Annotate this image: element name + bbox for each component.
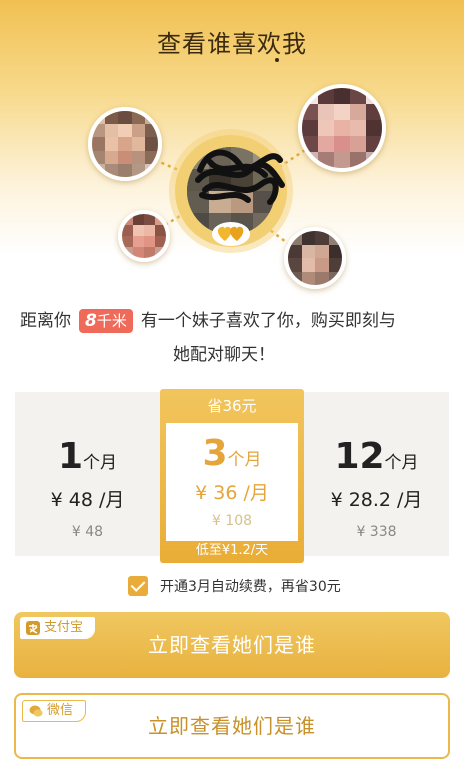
plan-months: 12 — [334, 436, 385, 477]
plan-selected-card: 3个月 ¥ 36 /月 ¥ 108 — [166, 423, 298, 541]
plan-duration: 1个月 — [15, 436, 160, 477]
plan-original-price: ¥ 338 — [356, 524, 397, 540]
plan-unit: 个月 — [227, 450, 262, 470]
plan-3-month-selected[interactable]: 省36元 3个月 ¥ 36 /月 ¥ 108 低至¥1.2/天 — [160, 389, 304, 563]
alipay-pay-button[interactable]: 支付宝 立即查看她们是谁 — [14, 612, 450, 678]
alipay-button-label: 立即查看她们是谁 — [148, 633, 316, 657]
distance-unit: 千米 — [96, 312, 127, 330]
plan-price: ¥ 36 /月 — [195, 482, 269, 504]
double-heart-icon — [212, 222, 250, 246]
plan-duration: 12个月 — [304, 436, 449, 477]
avatar-blurred-4[interactable] — [284, 227, 346, 289]
plan-original-price: ¥ 108 — [211, 513, 253, 529]
plan-unit: 个月 — [83, 453, 118, 473]
plan-price: ¥ 28.2 /月 — [330, 489, 423, 511]
distance-message: 距离你 8千米 有一个妹子喜欢了你，购买即刻与 她配对聊天！ — [20, 304, 450, 372]
avatar-blurred-3[interactable] — [118, 210, 170, 262]
message-line2: 她配对聊天！ — [173, 345, 275, 365]
avatar-blurred-2[interactable] — [298, 84, 386, 172]
plan-months: 3 — [202, 433, 228, 474]
plan-1-month[interactable]: 1个月 ¥ 48 /月 ¥ 48 — [15, 392, 160, 556]
message-prefix: 距离你 — [20, 311, 71, 331]
distance-badge: 8千米 — [79, 309, 133, 333]
autorenew-label: 开通3月自动续费，再省30元 — [160, 579, 341, 595]
plan-duration: 3个月 — [166, 433, 298, 474]
plan-12-month[interactable]: 12个月 ¥ 28.2 /月 ¥ 338 — [304, 392, 449, 556]
message-line1: 有一个妹子喜欢了你，购买即刻与 — [140, 311, 396, 331]
plan-months: 1 — [57, 436, 84, 477]
wechat-pay-button[interactable]: 微信 立即查看她们是谁 — [14, 693, 450, 759]
user-avatar-scribble — [195, 149, 285, 205]
plan-unit: 个月 — [384, 453, 419, 473]
plan-original-price: ¥ 48 — [71, 524, 104, 540]
autorenew-option[interactable]: 开通3月自动续费，再省30元 — [128, 575, 341, 597]
plan-price: ¥ 48 /月 — [50, 489, 125, 511]
wechat-button-label: 立即查看她们是谁 — [148, 714, 316, 738]
plan-save-badge: 省36元 — [207, 397, 257, 415]
check-icon[interactable] — [128, 576, 148, 596]
distance-value: 8 — [85, 311, 97, 331]
avatar-blurred-1[interactable] — [88, 107, 162, 181]
plan-daily-price: 低至¥1.2/天 — [195, 543, 269, 558]
